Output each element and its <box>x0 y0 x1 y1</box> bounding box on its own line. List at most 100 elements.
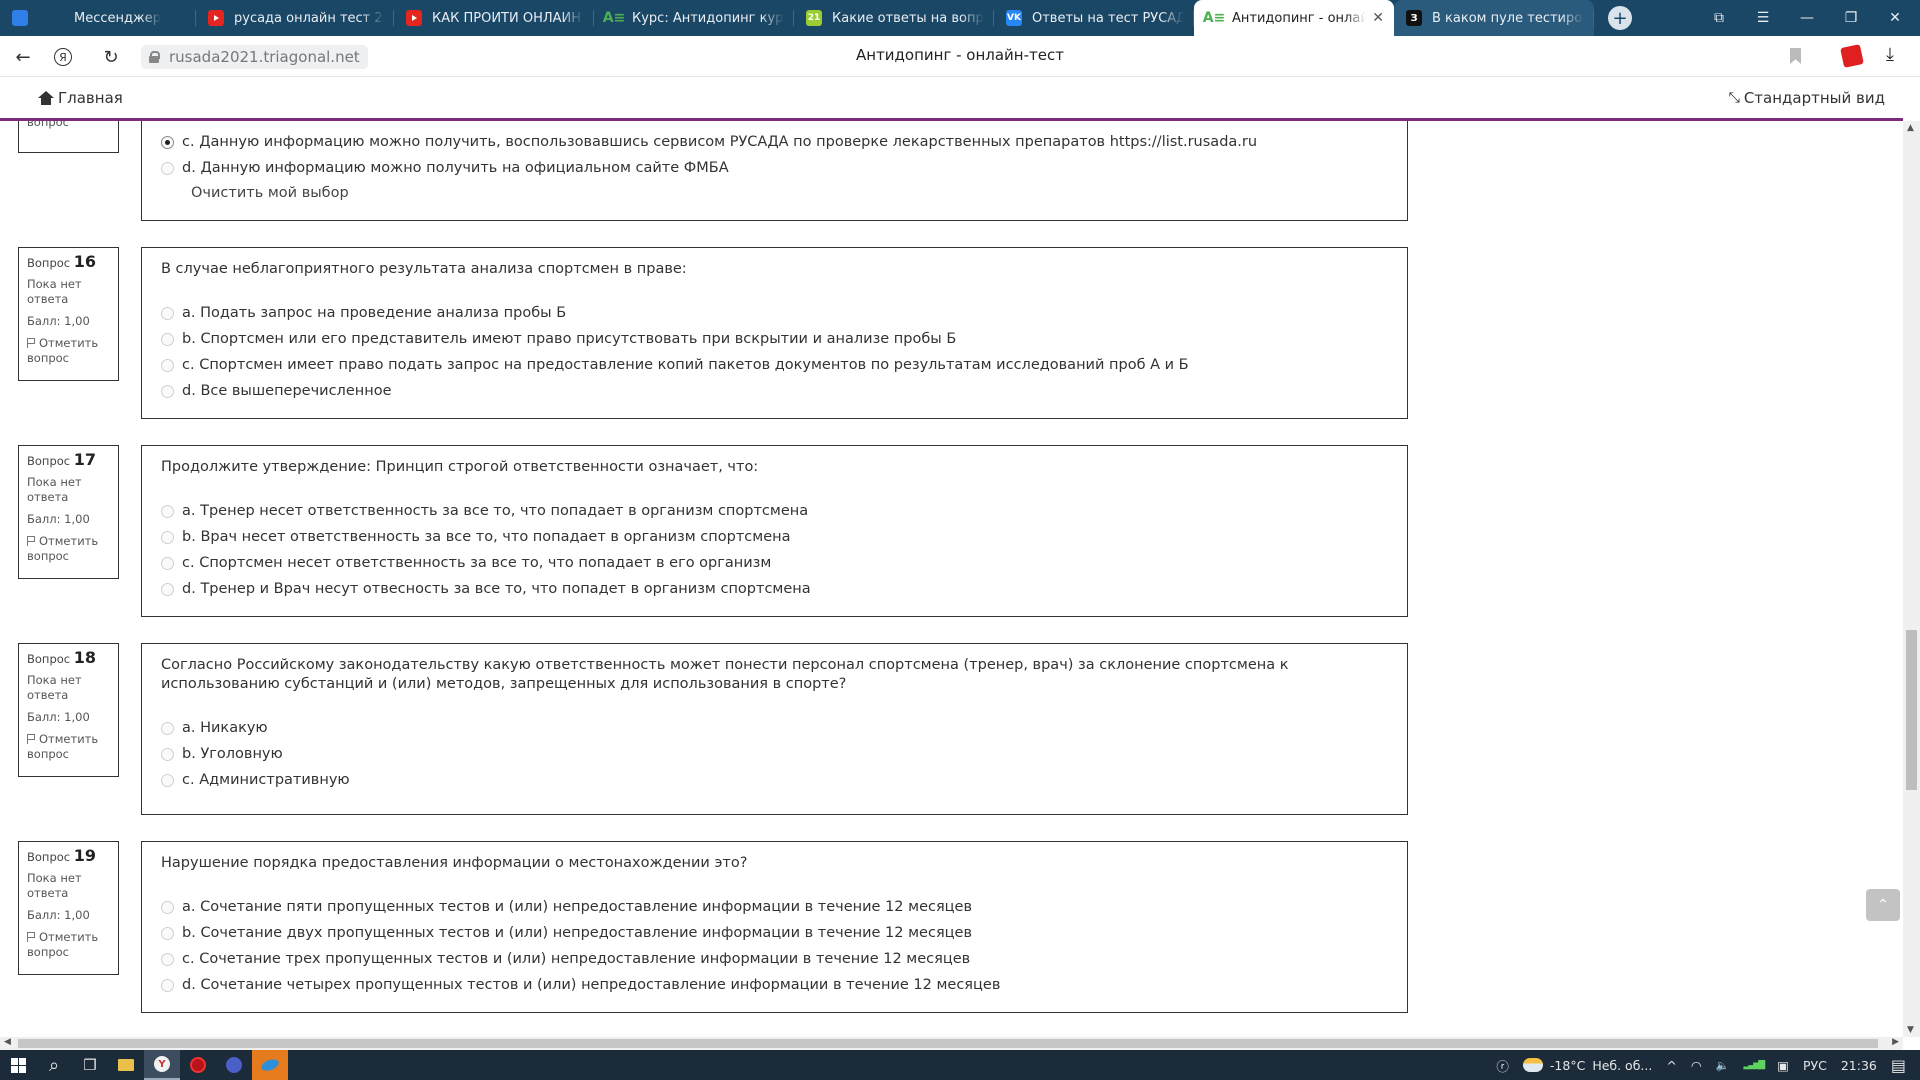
collections-icon[interactable]: ⧉ <box>1697 0 1741 36</box>
radio[interactable] <box>161 504 174 518</box>
radio[interactable] <box>161 358 174 372</box>
site-navbar: Главная ⤡ Стандартный вид <box>0 77 1903 121</box>
flag-question-link[interactable]: Отметить вопрос <box>27 121 110 130</box>
close-tab-icon[interactable]: ✕ <box>1372 10 1384 26</box>
answer-option[interactable]: d. Тренер и Врач несут отвесность за все… <box>161 576 1388 602</box>
answer-option[interactable]: b. Уголовную <box>161 741 1388 767</box>
download-icon[interactable]: ⤓ <box>1886 44 1894 65</box>
clock[interactable]: 21:36 <box>1841 1058 1877 1073</box>
answer-text: Спортсмен имеет право подать запрос на п… <box>199 357 1189 373</box>
radio[interactable] <box>161 306 174 320</box>
vertical-scrollbar[interactable]: ▲ ▼ <box>1903 121 1920 1037</box>
radio[interactable] <box>161 900 174 914</box>
yandex-icon[interactable]: Я <box>54 48 72 66</box>
flag-question-link[interactable]: Отметить вопрос <box>27 930 110 960</box>
answer-list: a. Сочетание пяти пропущенных тестов и (… <box>161 894 1388 998</box>
radio[interactable] <box>161 926 174 940</box>
answer-option[interactable]: a. Подать запрос на проведение анализа п… <box>161 300 1388 326</box>
tab-rusada-video[interactable]: русада онлайн тест 2022 с <box>196 0 394 36</box>
radio[interactable] <box>161 556 174 570</box>
answer-option[interactable]: a. Сочетание пяти пропущенных тестов и (… <box>161 894 1388 920</box>
home-link[interactable]: Главная <box>38 89 123 107</box>
signal-icon[interactable]: ▂▃▅▇ <box>1743 1060 1765 1070</box>
vertical-scroll-thumb[interactable] <box>1906 630 1917 790</box>
extension-icon[interactable] <box>1840 44 1864 68</box>
flag-question-link[interactable]: Отметить вопрос <box>27 732 110 762</box>
answer-option[interactable]: c. Сочетание трех пропущенных тестов и (… <box>161 946 1388 972</box>
flag-icon <box>27 536 35 546</box>
horizontal-scroll-thumb[interactable] <box>18 1039 1878 1048</box>
new-tab-button[interactable]: + <box>1608 6 1632 30</box>
notifications-icon[interactable]: ▤ <box>1891 1056 1906 1075</box>
answer-option[interactable]: c. Данную информацию можно получить, вос… <box>161 129 1388 155</box>
tab-course[interactable]: A≡ Курс: Антидопинг курс <box>594 0 794 36</box>
tab-kak-proyti[interactable]: КАК ПРОЙТИ ОНЛАЙН ТЕ <box>394 0 594 36</box>
clear-choice-link[interactable]: Очистить мой выбор <box>191 185 1388 201</box>
minimize-button[interactable]: — <box>1785 0 1829 36</box>
back-to-top-button[interactable]: ⌃ <box>1866 889 1900 921</box>
answer-option[interactable]: c. Административную <box>161 767 1388 793</box>
answer-option[interactable]: d. Сочетание четырех пропущенных тестов … <box>161 972 1388 998</box>
menu-icon[interactable]: ☰ <box>1741 0 1785 36</box>
weather-temp[interactable]: -18°C <box>1550 1058 1585 1073</box>
radio[interactable] <box>161 747 174 761</box>
chevron-up-icon[interactable]: ^ <box>1666 1058 1676 1073</box>
tab-messenger[interactable]: Мессенджер <box>0 0 196 36</box>
flag-question-link[interactable]: Отметить вопрос <box>27 336 110 366</box>
horizontal-scrollbar[interactable]: ◀ ▶ <box>0 1037 1903 1050</box>
radio[interactable] <box>161 978 174 992</box>
answer-option[interactable]: a. Тренер несет ответственность за все т… <box>161 498 1388 524</box>
weather-icon[interactable] <box>1522 1058 1543 1072</box>
restore-button[interactable]: ❐ <box>1829 0 1873 36</box>
tab-vk-answers[interactable]: VK Ответы на тест РУСАДА 2( <box>994 0 1194 36</box>
answer-option[interactable]: d. Все вышеперечисленное <box>161 378 1388 404</box>
answer-option[interactable]: c. Спортсмен несет ответственность за вс… <box>161 550 1388 576</box>
wifi-icon[interactable]: ◠ <box>1691 1058 1702 1073</box>
scroll-up-arrow[interactable]: ▲ <box>1907 123 1914 133</box>
answer-text: Сочетание трех пропущенных тестов и (или… <box>199 951 971 967</box>
answer-text: Тренер и Врач несут отвесность за все то… <box>200 581 811 597</box>
flag-question-link[interactable]: Отметить вопрос <box>27 534 110 564</box>
radio[interactable] <box>161 161 174 175</box>
task-view-icon[interactable]: ❒ <box>72 1050 108 1080</box>
meet-icon[interactable]: ▣ <box>1777 1058 1789 1073</box>
scroll-down-arrow[interactable]: ▼ <box>1907 1025 1914 1035</box>
url-field[interactable]: rusada2021.triagonal.net <box>141 45 368 69</box>
radio[interactable] <box>161 773 174 787</box>
answer-option[interactable]: b. Сочетание двух пропущенных тестов и (… <box>161 920 1388 946</box>
weather-desc[interactable]: Неб. об... <box>1592 1058 1652 1073</box>
answer-option[interactable]: d. Данную информацию можно получить на о… <box>161 155 1388 181</box>
reload-button[interactable]: ↻ <box>98 44 124 70</box>
volume-icon[interactable]: 🔈 <box>1716 1059 1730 1072</box>
radio[interactable] <box>161 582 174 596</box>
answer-option[interactable]: b. Врач несет ответственность за все то,… <box>161 524 1388 550</box>
answer-option[interactable]: a. Никакую <box>161 715 1388 741</box>
radio-checked[interactable] <box>161 135 174 149</box>
close-window-button[interactable]: ✕ <box>1873 0 1917 36</box>
app-orange-icon[interactable] <box>252 1050 288 1080</box>
radio[interactable] <box>161 721 174 735</box>
lock-icon <box>149 51 160 63</box>
file-explorer-icon[interactable] <box>108 1050 144 1080</box>
tab-antidoping-active[interactable]: A≡ Антидопинг - онлайн-т ✕ <box>1194 0 1394 36</box>
search-icon[interactable]: ⌕ <box>36 1050 72 1080</box>
language-indicator[interactable]: РУС <box>1803 1058 1827 1073</box>
radio[interactable] <box>161 384 174 398</box>
standard-view-link[interactable]: ⤡ Стандартный вид <box>1729 89 1885 107</box>
app-blue-icon[interactable] <box>216 1050 252 1080</box>
scroll-left-arrow[interactable]: ◀ <box>4 1037 11 1047</box>
start-button[interactable] <box>0 1050 36 1080</box>
radio[interactable] <box>161 332 174 346</box>
answer-option[interactable]: b. Спортсмен или его представитель имеют… <box>161 326 1388 352</box>
app-red-icon[interactable] <box>180 1050 216 1080</box>
answer-option[interactable]: c. Спортсмен имеет право подать запрос н… <box>161 352 1388 378</box>
people-icon[interactable]: ⓡ <box>1496 1056 1509 1075</box>
tab-answers[interactable]: 21 Какие ответы на вопросы <box>794 0 994 36</box>
radio[interactable] <box>161 952 174 966</box>
tab-pool[interactable]: З В каком пуле тестирован <box>1394 0 1594 36</box>
back-button[interactable]: ← <box>10 44 36 70</box>
scroll-right-arrow[interactable]: ▶ <box>1892 1037 1899 1047</box>
yandex-browser-icon[interactable]: Y <box>144 1050 180 1080</box>
radio[interactable] <box>161 530 174 544</box>
bookmark-icon[interactable] <box>1790 48 1801 64</box>
